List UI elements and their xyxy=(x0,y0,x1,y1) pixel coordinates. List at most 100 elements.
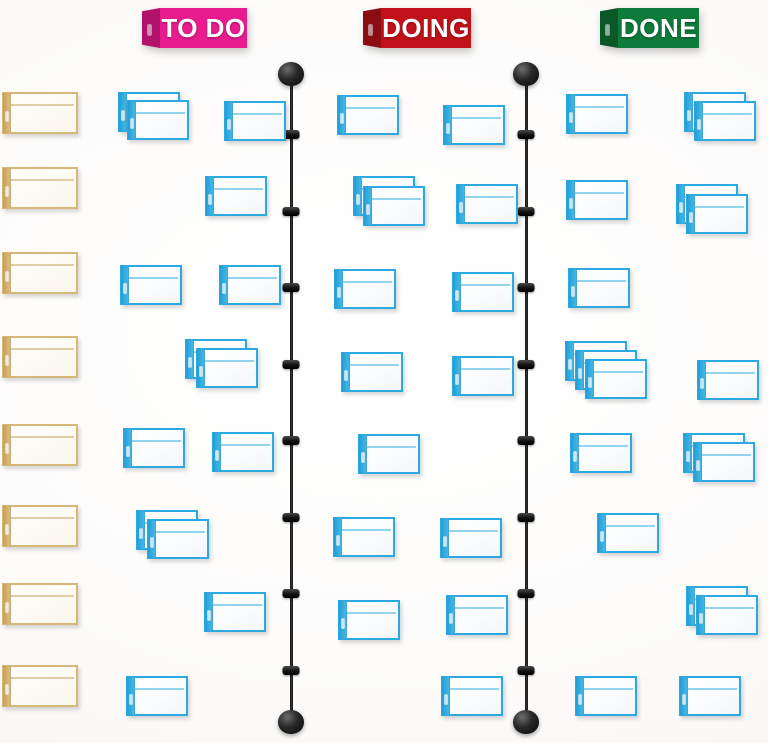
divider-bead-icon[interactable] xyxy=(517,589,535,599)
divider-bead-icon[interactable] xyxy=(517,130,535,140)
kanban-card[interactable] xyxy=(694,101,756,141)
card-tab-icon xyxy=(599,531,604,543)
kanban-card[interactable] xyxy=(2,252,78,294)
kanban-card[interactable] xyxy=(196,348,258,388)
card-surface xyxy=(440,518,502,558)
divider-bead-icon[interactable] xyxy=(517,436,535,446)
kanban-card[interactable] xyxy=(2,505,78,547)
divider-bead-icon[interactable] xyxy=(282,206,300,216)
kanban-card[interactable] xyxy=(2,92,78,134)
kanban-card[interactable] xyxy=(585,359,647,399)
card-spine xyxy=(680,677,688,715)
kanban-card[interactable] xyxy=(566,94,628,134)
kanban-card[interactable] xyxy=(2,665,78,707)
divider-bead-icon[interactable] xyxy=(282,589,300,599)
card-surface xyxy=(2,167,78,209)
kanban-card[interactable] xyxy=(2,424,78,466)
card-divider-line xyxy=(698,113,752,115)
kanban-card[interactable] xyxy=(570,433,632,473)
kanban-card[interactable] xyxy=(358,434,420,474)
kanban-card[interactable] xyxy=(597,513,659,553)
card-tab-icon xyxy=(355,194,360,206)
card-divider-line xyxy=(447,117,501,119)
card-tab-icon xyxy=(572,451,577,463)
kanban-card[interactable] xyxy=(219,265,281,305)
kanban-card[interactable] xyxy=(337,95,399,135)
card-tab-icon xyxy=(681,694,686,706)
kanban-card[interactable] xyxy=(205,176,267,216)
card-tab-icon xyxy=(221,283,226,295)
card-spine xyxy=(598,514,606,552)
card-surface xyxy=(147,519,209,559)
divider-bead-icon[interactable] xyxy=(282,665,300,675)
divider-bead-icon[interactable] xyxy=(282,436,300,446)
kanban-card[interactable] xyxy=(334,269,396,309)
column-header-doing[interactable]: DOING xyxy=(363,8,471,48)
card-spine xyxy=(213,433,221,471)
kanban-card[interactable] xyxy=(127,100,189,140)
kanban-card[interactable] xyxy=(126,676,188,716)
kanban-card[interactable] xyxy=(333,517,395,557)
card-surface xyxy=(566,180,628,220)
divider-knob-bottom-icon[interactable] xyxy=(278,710,304,734)
kanban-card[interactable] xyxy=(443,105,505,145)
kanban-card[interactable] xyxy=(120,265,182,305)
card-tab-icon xyxy=(443,694,448,706)
divider-knob-top-icon[interactable] xyxy=(278,62,304,86)
card-divider-line xyxy=(460,196,514,198)
divider-bead-icon[interactable] xyxy=(517,512,535,522)
kanban-card[interactable] xyxy=(440,518,502,558)
kanban-card[interactable] xyxy=(696,595,758,635)
card-spine xyxy=(566,342,574,380)
kanban-card[interactable] xyxy=(2,167,78,209)
kanban-card[interactable] xyxy=(441,676,503,716)
card-spine xyxy=(121,266,129,304)
divider-2[interactable] xyxy=(513,62,539,734)
kanban-card[interactable] xyxy=(446,595,508,635)
divider-bead-icon[interactable] xyxy=(282,359,300,369)
divider-bead-icon[interactable] xyxy=(517,283,535,293)
card-surface xyxy=(694,101,756,141)
kanban-card[interactable] xyxy=(338,600,400,640)
card-surface xyxy=(2,252,78,294)
card-tab-icon xyxy=(128,694,133,706)
kanban-card[interactable] xyxy=(224,101,286,141)
card-divider-line xyxy=(570,192,624,194)
card-divider-line xyxy=(342,612,396,614)
kanban-card[interactable] xyxy=(363,186,425,226)
kanban-card[interactable] xyxy=(204,592,266,632)
kanban-card[interactable] xyxy=(456,184,518,224)
kanban-card[interactable] xyxy=(686,194,748,234)
card-divider-line xyxy=(690,206,744,208)
card-spine xyxy=(220,266,228,304)
kanban-card[interactable] xyxy=(693,442,755,482)
kanban-card[interactable] xyxy=(452,356,514,396)
divider-bead-icon[interactable] xyxy=(517,359,535,369)
sign-flap-icon xyxy=(142,8,160,48)
divider-bead-icon[interactable] xyxy=(517,206,535,216)
kanban-card[interactable] xyxy=(123,428,185,468)
column-header-todo[interactable]: TO DO xyxy=(142,8,247,48)
card-surface xyxy=(2,583,78,625)
card-spine xyxy=(697,596,705,634)
kanban-card[interactable] xyxy=(575,676,637,716)
divider-bead-icon[interactable] xyxy=(282,512,300,522)
kanban-card[interactable] xyxy=(341,352,403,392)
kanban-card[interactable] xyxy=(568,268,630,308)
divider-bead-icon[interactable] xyxy=(282,283,300,293)
divider-1[interactable] xyxy=(278,62,304,734)
column-header-done[interactable]: DONE xyxy=(600,8,699,48)
kanban-card[interactable] xyxy=(452,272,514,312)
divider-bead-icon[interactable] xyxy=(517,665,535,675)
card-surface xyxy=(2,92,78,134)
kanban-card[interactable] xyxy=(2,336,78,378)
kanban-card[interactable] xyxy=(697,360,759,400)
divider-knob-top-icon[interactable] xyxy=(513,62,539,86)
kanban-card[interactable] xyxy=(679,676,741,716)
kanban-card[interactable] xyxy=(147,519,209,559)
kanban-card[interactable] xyxy=(212,432,274,472)
kanban-card[interactable] xyxy=(2,583,78,625)
divider-knob-bottom-icon[interactable] xyxy=(513,710,539,734)
card-surface xyxy=(2,336,78,378)
kanban-card[interactable] xyxy=(566,180,628,220)
